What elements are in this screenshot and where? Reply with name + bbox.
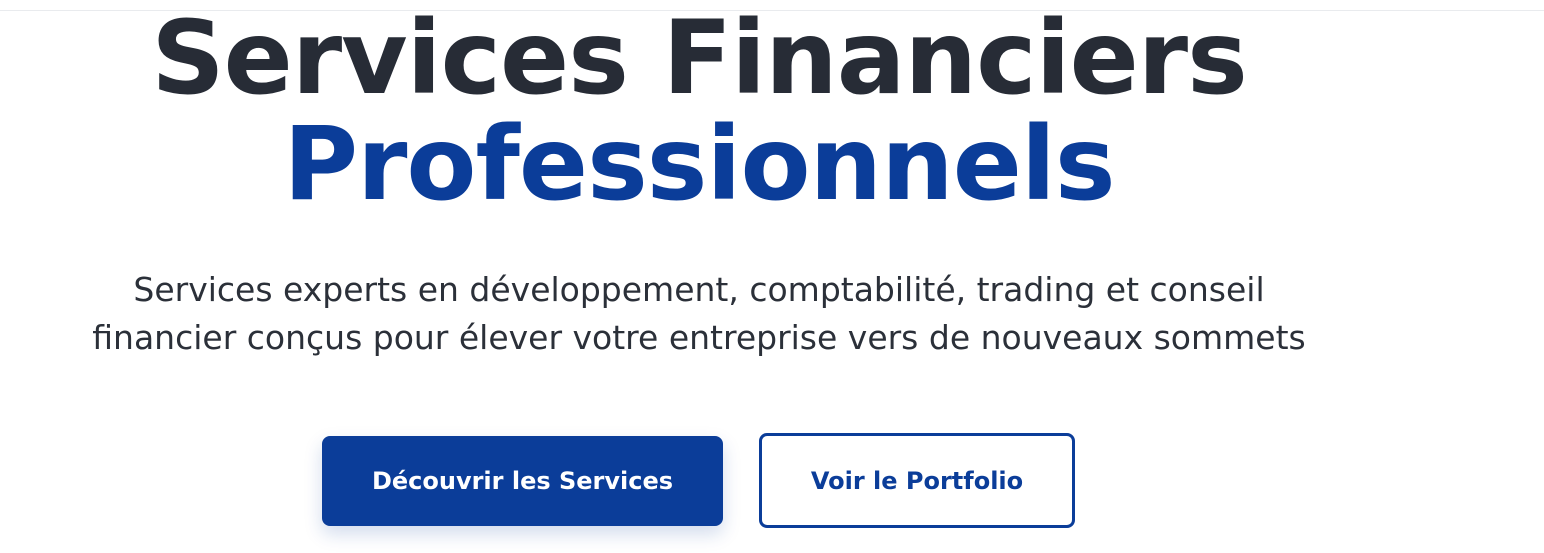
hero-subtitle-line-2: financier conçus pour élever votre entre…: [92, 318, 1306, 357]
discover-services-button[interactable]: Découvrir les Services: [322, 436, 723, 526]
view-portfolio-button[interactable]: Voir le Portfolio: [759, 433, 1075, 528]
hero-title-line-1: Services Financiers: [151, 0, 1248, 118]
hero-subtitle: Services experts en développement, compt…: [0, 266, 1398, 362]
hero-title-line-2-accent: Professionnels: [283, 105, 1115, 224]
hero-subtitle-line-1: Services experts en développement, compt…: [133, 270, 1265, 309]
hero-title: Services Financiers Professionnels: [0, 6, 1398, 218]
page: Services Financiers Professionnels Servi…: [0, 0, 1544, 553]
